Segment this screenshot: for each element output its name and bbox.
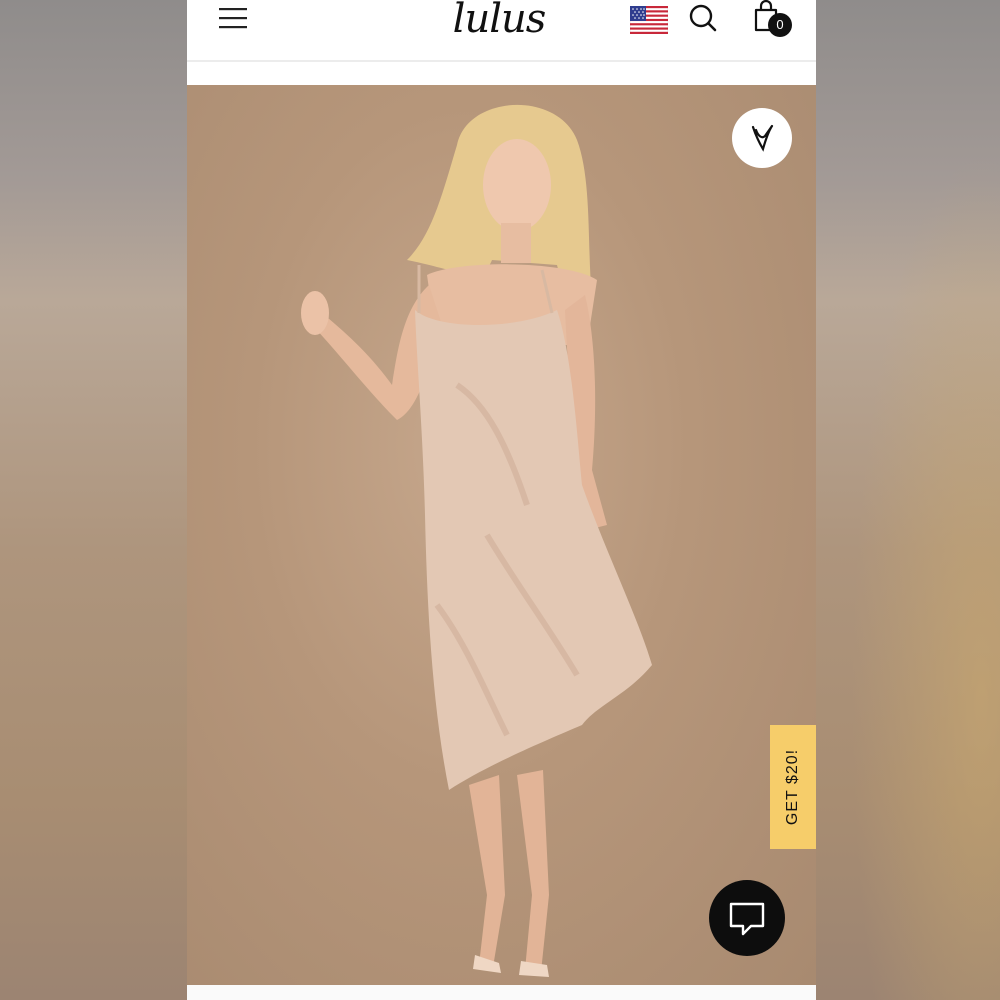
menu-icon[interactable]	[217, 4, 249, 32]
get-20-promo-tab[interactable]: GET $20!	[770, 725, 816, 849]
model-photo	[301, 104, 652, 977]
heart-icon	[751, 124, 774, 152]
chat-button[interactable]	[709, 880, 785, 956]
wishlist-button[interactable]	[732, 108, 792, 168]
background-blur	[815, 0, 1000, 1000]
mobile-page: lulus 0 GET $20!	[187, 0, 816, 1000]
promo-label: GET $20!	[784, 748, 801, 826]
chat-bubble-icon	[729, 902, 765, 936]
header-divider	[187, 60, 816, 62]
image-carousel-edge	[187, 985, 816, 1000]
product-image[interactable]: GET $20!	[187, 85, 816, 985]
us-flag-icon[interactable]	[630, 6, 668, 34]
cart-count-badge: 0	[768, 13, 792, 37]
search-icon[interactable]	[688, 2, 718, 34]
site-header: lulus 0	[187, 0, 816, 60]
brand-logo[interactable]: lulus	[439, 0, 559, 44]
